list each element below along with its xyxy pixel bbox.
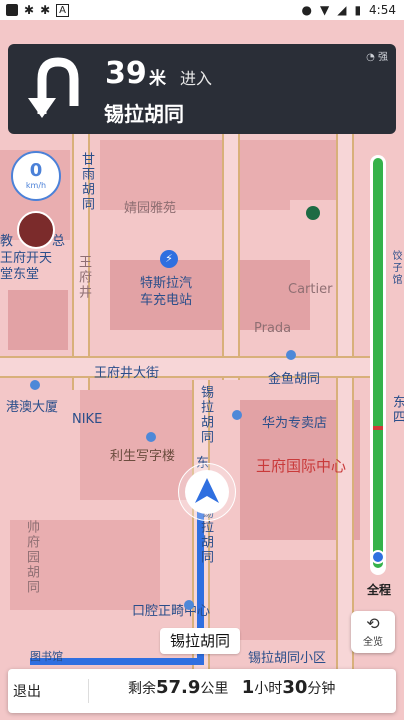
road xyxy=(336,130,354,690)
bug-icon: ✱ xyxy=(24,3,35,17)
map-label: 图书馆 xyxy=(30,650,63,663)
overview-label: 全览 xyxy=(363,637,383,648)
battery-icon: ▮ xyxy=(354,3,362,17)
current-position-marker xyxy=(185,470,229,514)
map-label: Prada xyxy=(254,321,292,336)
map-label-vertical: 锡拉胡同 xyxy=(198,385,213,445)
map-label: 金鱼胡同 xyxy=(268,372,321,387)
exit-button[interactable]: 退出 xyxy=(13,681,41,701)
remain-distance: 57.9 xyxy=(156,677,201,698)
navigation-arrow-icon xyxy=(195,478,219,503)
nav-distance: 39 xyxy=(105,56,147,91)
progress-label: 全程 xyxy=(367,583,392,597)
map-block xyxy=(240,140,350,200)
map-label: 利生写字楼 xyxy=(110,449,176,464)
time-hours: 1 xyxy=(241,677,255,698)
poi-dot-icon xyxy=(232,410,242,420)
map-block xyxy=(8,290,68,350)
remain-unit: 公里 xyxy=(200,681,229,697)
nav-street: 锡拉胡同 xyxy=(104,102,184,126)
bug-icon: ✱ xyxy=(40,3,51,17)
map-label: 王府国际中心 xyxy=(256,457,347,475)
divider xyxy=(88,679,89,703)
starbucks-icon xyxy=(306,206,320,220)
location-icon: ● xyxy=(301,3,312,17)
current-street-label: 锡拉胡同 xyxy=(160,628,241,654)
wifi-icon: ▼ xyxy=(319,3,330,17)
nav-action: 进入 xyxy=(180,69,213,88)
time-minutes-unit: 分钟 xyxy=(307,681,336,697)
map-label: 锡拉胡同小区 xyxy=(248,651,327,666)
map-label: 堂东堂 xyxy=(0,267,40,282)
traffic-camera-icon xyxy=(17,211,55,249)
gps-signal: ◔ 强 xyxy=(366,52,388,63)
map-label-vertical: 东四 xyxy=(390,395,404,425)
remain-label: 剩余 xyxy=(128,681,156,697)
status-bar: ✱ ✱ A ● ▼ ◢ ▮ 4:54 xyxy=(0,0,404,20)
map-label: 口腔正畸中心 xyxy=(132,604,211,619)
road xyxy=(222,130,240,380)
congestion-segment xyxy=(373,426,383,430)
map-label-vertical: 饺子馆 xyxy=(390,250,401,286)
nav-bottom-bar: 退出 剩余57.9公里 1小时30分钟 xyxy=(8,669,396,713)
map-label: NIKE xyxy=(72,412,103,427)
time-hours-unit: 小时 xyxy=(254,681,283,697)
poi-dot-icon xyxy=(286,350,296,360)
map-label-vertical: 甘雨胡同 xyxy=(79,152,94,212)
speed-value: 0 xyxy=(29,160,43,181)
app-square-icon xyxy=(6,4,18,16)
charging-station-icon[interactable]: ⚡ xyxy=(160,250,178,268)
progress-position-icon xyxy=(371,550,385,564)
a-box-icon: A xyxy=(56,3,69,17)
u-turn-icon xyxy=(28,57,79,118)
map-label: 港澳大厦 xyxy=(6,400,59,415)
map-block xyxy=(240,560,350,640)
poi-dot-icon xyxy=(146,432,156,442)
map-label: 婧园雅苑 xyxy=(124,201,177,216)
speed-unit: km/h xyxy=(25,181,47,190)
poi-dot-icon xyxy=(184,600,194,610)
map-label: 车充电站 xyxy=(140,293,193,308)
signal-icon: ◢ xyxy=(337,3,347,17)
nav-instruction-card[interactable]: 39 米 进入 锡拉胡同 ◔ 强 xyxy=(8,44,396,134)
map-label: Cartier xyxy=(288,282,333,297)
route-progress-bar xyxy=(371,158,385,568)
map-label: 王府井大街 xyxy=(94,366,160,381)
nav-distance-unit: 米 xyxy=(149,69,166,89)
status-time: 4:54 xyxy=(369,3,396,17)
map-label: 华为专卖店 xyxy=(262,416,328,431)
map-label-vertical: 帅府园胡同 xyxy=(24,520,39,595)
overview-button[interactable]: ⟲ 全览 xyxy=(351,611,395,653)
route-overview-icon: ⟲ xyxy=(366,614,380,633)
map-label-vertical: 王府井 xyxy=(76,255,91,300)
poi-dot-icon xyxy=(30,380,40,390)
time-minutes: 30 xyxy=(282,677,308,698)
speedometer: 0 km/h xyxy=(11,151,61,201)
trip-summary: 剩余57.9公里 1小时30分钟 xyxy=(128,677,335,698)
